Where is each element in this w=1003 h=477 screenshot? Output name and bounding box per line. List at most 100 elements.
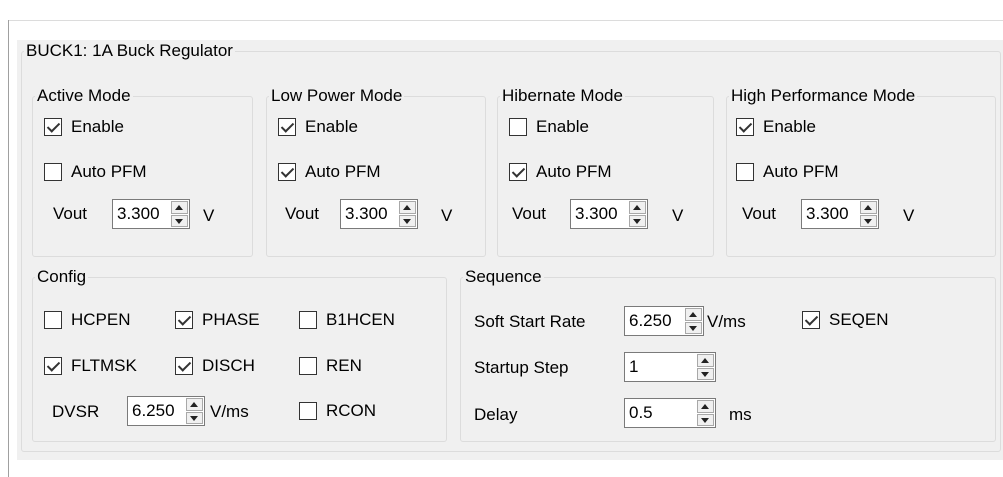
low-power-vout-spinbox[interactable]: 3.300 bbox=[340, 199, 418, 229]
fltmsk-label: FLTMSK bbox=[71, 356, 137, 375]
check-icon bbox=[299, 357, 317, 375]
hibernate-enable-label: Enable bbox=[536, 117, 589, 136]
soft-start-rate-label: Soft Start Rate bbox=[474, 312, 586, 331]
dvsr-label: DVSR bbox=[52, 402, 100, 421]
b1hcen-checkbox[interactable]: B1HCEN bbox=[299, 308, 395, 332]
high-performance-enable-label: Enable bbox=[763, 117, 816, 136]
low-power-enable-label: Enable bbox=[305, 117, 358, 136]
delay-spinbox[interactable]: 0.5 bbox=[624, 398, 716, 428]
startup-step-label: Startup Step bbox=[474, 358, 569, 377]
dvsr-value[interactable]: 6.250 bbox=[128, 397, 186, 425]
triangle-up-icon bbox=[864, 205, 872, 210]
spin-up-button[interactable] bbox=[399, 201, 416, 214]
spin-up-button[interactable] bbox=[186, 398, 203, 411]
triangle-up-icon bbox=[403, 205, 411, 210]
low-power-vout-unit: V bbox=[441, 206, 453, 225]
triangle-up-icon bbox=[175, 205, 183, 210]
active-enable-checkbox[interactable]: Enable bbox=[44, 115, 124, 139]
disch-checkbox[interactable]: DISCH bbox=[175, 354, 255, 378]
spin-up-button[interactable] bbox=[171, 201, 188, 214]
active-vout-value[interactable]: 3.300 bbox=[113, 200, 171, 228]
startup-step-spinbox[interactable]: 1 bbox=[624, 352, 716, 382]
high-performance-auto-pfm-checkbox[interactable]: Auto PFM bbox=[736, 160, 839, 184]
high-performance-enable-checkbox[interactable]: Enable bbox=[736, 115, 816, 139]
high-performance-vout-label: Vout bbox=[742, 204, 777, 223]
triangle-down-icon bbox=[633, 218, 641, 224]
spin-down-button[interactable] bbox=[697, 413, 714, 426]
phase-label: PHASE bbox=[202, 310, 260, 329]
spin-buttons bbox=[629, 201, 646, 227]
triangle-up-icon bbox=[689, 312, 697, 317]
ren-checkbox[interactable]: REN bbox=[299, 354, 362, 378]
startup-step-value[interactable]: 1 bbox=[625, 353, 697, 381]
check-icon bbox=[509, 118, 527, 136]
spin-up-button[interactable] bbox=[697, 354, 714, 367]
spin-down-button[interactable] bbox=[860, 214, 877, 227]
active-vout-spinbox[interactable]: 3.300 bbox=[112, 199, 190, 229]
check-icon bbox=[736, 118, 754, 136]
hibernate-auto-pfm-checkbox[interactable]: Auto PFM bbox=[509, 160, 612, 184]
fltmsk-checkbox[interactable]: FLTMSK bbox=[44, 354, 137, 378]
window-left-border bbox=[8, 20, 9, 477]
triangle-up-icon bbox=[190, 402, 198, 407]
hcpen-checkbox[interactable]: HCPEN bbox=[44, 308, 131, 332]
dvsr-spinbox[interactable]: 6.250 bbox=[127, 396, 205, 426]
check-icon bbox=[44, 311, 62, 329]
sequence-group: Sequence bbox=[460, 268, 996, 442]
high-performance-vout-spinbox[interactable]: 3.300 bbox=[801, 199, 879, 229]
low-power-enable-checkbox[interactable]: Enable bbox=[278, 115, 358, 139]
spin-buttons bbox=[685, 308, 702, 334]
check-icon bbox=[44, 118, 62, 136]
spin-up-button[interactable] bbox=[685, 308, 702, 321]
triangle-down-icon bbox=[689, 325, 697, 331]
spin-down-button[interactable] bbox=[697, 367, 714, 380]
active-auto-pfm-checkbox[interactable]: Auto PFM bbox=[44, 160, 147, 184]
check-icon bbox=[44, 357, 62, 375]
spin-down-button[interactable] bbox=[629, 214, 646, 227]
check-icon bbox=[299, 402, 317, 420]
rcon-checkbox[interactable]: RCON bbox=[299, 399, 376, 423]
buck1-title: BUCK1: 1A Buck Regulator bbox=[24, 41, 235, 60]
soft-start-rate-value[interactable]: 6.250 bbox=[625, 307, 685, 335]
active-vout-label: Vout bbox=[53, 204, 88, 223]
low-power-auto-pfm-label: Auto PFM bbox=[305, 162, 381, 181]
check-icon bbox=[175, 357, 193, 375]
spin-down-button[interactable] bbox=[186, 411, 203, 424]
triangle-down-icon bbox=[701, 371, 709, 377]
check-icon bbox=[175, 311, 193, 329]
phase-checkbox[interactable]: PHASE bbox=[175, 308, 260, 332]
hibernate-vout-spinbox[interactable]: 3.300 bbox=[570, 199, 648, 229]
spin-down-button[interactable] bbox=[171, 214, 188, 227]
spin-buttons bbox=[171, 201, 188, 227]
spin-down-button[interactable] bbox=[399, 214, 416, 227]
window-top-border bbox=[8, 20, 1003, 21]
check-icon bbox=[278, 163, 296, 181]
seqen-checkbox[interactable]: SEQEN bbox=[802, 308, 889, 332]
active-mode-title: Active Mode bbox=[35, 86, 133, 105]
delay-value[interactable]: 0.5 bbox=[625, 399, 697, 427]
spin-up-button[interactable] bbox=[697, 400, 714, 413]
hibernate-enable-checkbox[interactable]: Enable bbox=[509, 115, 589, 139]
triangle-down-icon bbox=[190, 415, 198, 421]
ren-label: REN bbox=[326, 356, 362, 375]
low-power-vout-value[interactable]: 3.300 bbox=[341, 200, 399, 228]
delay-unit: ms bbox=[729, 405, 752, 424]
spin-buttons bbox=[697, 354, 714, 380]
check-icon bbox=[802, 311, 820, 329]
low-power-auto-pfm-checkbox[interactable]: Auto PFM bbox=[278, 160, 381, 184]
hibernate-vout-label: Vout bbox=[512, 204, 547, 223]
hibernate-auto-pfm-label: Auto PFM bbox=[536, 162, 612, 181]
disch-label: DISCH bbox=[202, 356, 255, 375]
hibernate-vout-value[interactable]: 3.300 bbox=[571, 200, 629, 228]
spin-down-button[interactable] bbox=[685, 321, 702, 334]
active-auto-pfm-label: Auto PFM bbox=[71, 162, 147, 181]
check-icon bbox=[736, 163, 754, 181]
spin-up-button[interactable] bbox=[629, 201, 646, 214]
active-enable-label: Enable bbox=[71, 117, 124, 136]
triangle-up-icon bbox=[701, 404, 709, 409]
high-performance-vout-value[interactable]: 3.300 bbox=[802, 200, 860, 228]
spin-up-button[interactable] bbox=[860, 201, 877, 214]
triangle-down-icon bbox=[403, 218, 411, 224]
check-icon bbox=[44, 163, 62, 181]
soft-start-rate-spinbox[interactable]: 6.250 bbox=[624, 306, 704, 336]
